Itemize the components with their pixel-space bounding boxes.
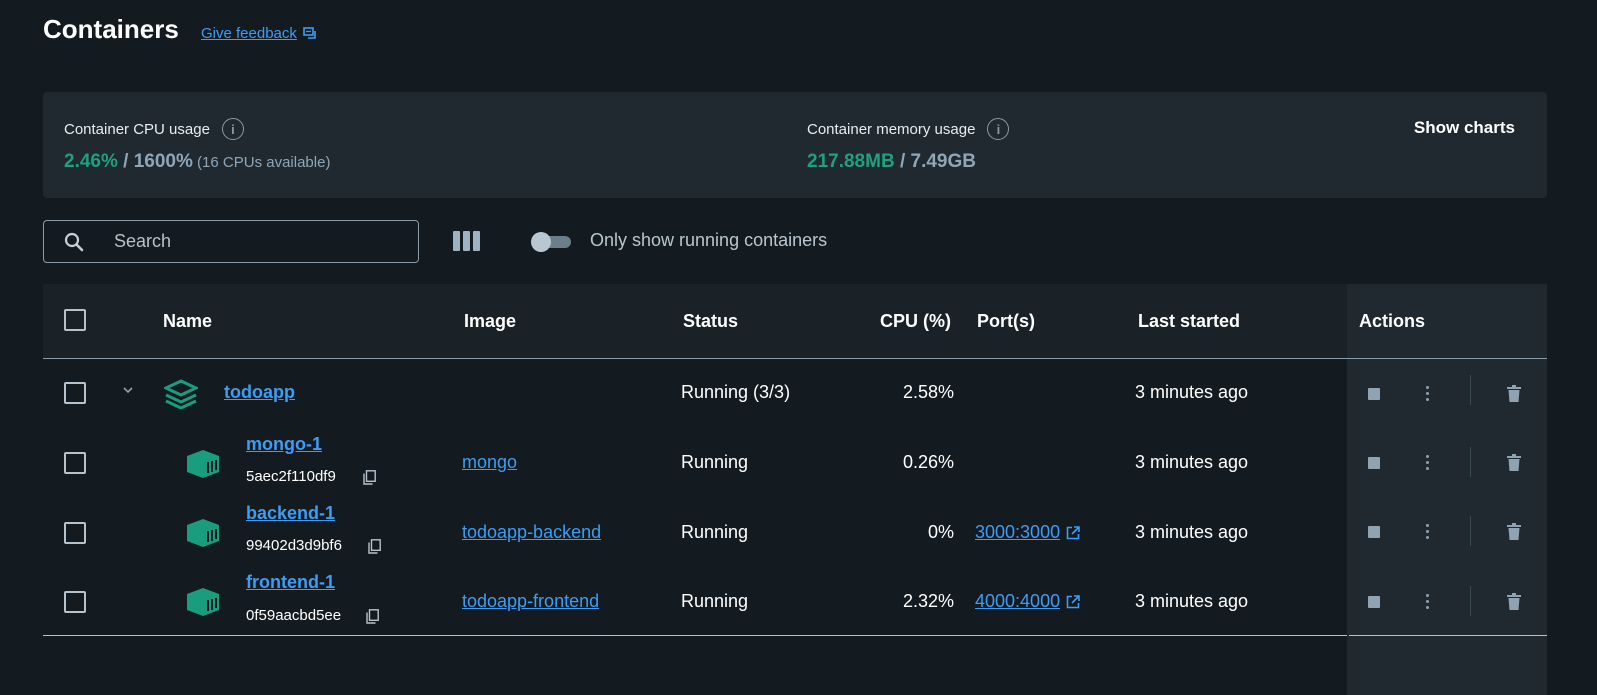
search-box[interactable] xyxy=(43,220,419,263)
give-feedback-link[interactable]: Give feedback xyxy=(201,25,317,42)
container-cpu: 0% xyxy=(927,522,954,542)
container-cpu: 0.26% xyxy=(902,452,954,472)
external-link-icon[interactable] xyxy=(1066,595,1080,609)
group-status: Running (3/3) xyxy=(681,382,791,402)
actions-column-panel xyxy=(1347,284,1547,695)
copy-icon[interactable] xyxy=(363,470,376,485)
action-divider xyxy=(1470,375,1471,405)
cpu-usage-label-group: Container CPU usage i xyxy=(64,118,244,140)
chevron-down-icon[interactable] xyxy=(121,385,135,395)
container-id: 99402d3d9bf6 xyxy=(246,537,342,554)
container-name-link[interactable]: frontend-1 xyxy=(246,572,335,593)
column-header-status[interactable]: Status xyxy=(683,311,738,332)
container-id: 5aec2f110df9 xyxy=(246,468,336,485)
delete-icon[interactable] xyxy=(1507,593,1521,610)
cpu-total-value: 1600% xyxy=(133,151,193,172)
stop-icon[interactable] xyxy=(1368,526,1380,538)
table-header xyxy=(43,284,1547,358)
image-link[interactable]: todoapp-frontend xyxy=(462,591,599,612)
search-icon xyxy=(64,232,84,251)
cpu-available-note: (16 CPUs available) xyxy=(192,154,331,171)
container-icon xyxy=(187,588,219,616)
memory-total-value: 7.49GB xyxy=(910,151,976,172)
more-vert-icon[interactable] xyxy=(1426,524,1429,539)
row-checkbox[interactable] xyxy=(64,382,86,404)
column-header-ports[interactable]: Port(s) xyxy=(977,311,1035,332)
container-id: 0f59aacbd5ee xyxy=(246,607,342,624)
memory-usage-value: 217.88MB / 7.49GB xyxy=(807,151,976,173)
running-only-label: Only show running containers xyxy=(590,230,828,250)
copy-icon[interactable] xyxy=(366,609,379,624)
more-vert-icon[interactable] xyxy=(1426,594,1429,609)
cpu-separator: / xyxy=(117,151,134,172)
image-link[interactable]: todoapp-backend xyxy=(462,522,601,543)
show-charts-button[interactable]: Show charts xyxy=(1414,118,1515,138)
page-title: Containers xyxy=(43,14,179,44)
columns-icon[interactable] xyxy=(453,231,480,251)
image-link[interactable]: mongo xyxy=(462,452,517,473)
container-icon xyxy=(187,450,219,478)
group-last-started: 3 minutes ago xyxy=(1135,382,1249,402)
header-divider xyxy=(43,358,1547,359)
memory-used-value: 217.88MB xyxy=(807,151,895,172)
info-icon[interactable]: i xyxy=(987,118,1010,140)
more-vert-icon[interactable] xyxy=(1426,455,1429,470)
row-checkbox[interactable] xyxy=(64,452,86,474)
column-header-cpu[interactable]: CPU (%) xyxy=(880,311,951,332)
delete-icon[interactable] xyxy=(1507,454,1521,471)
port-link[interactable]: 3000:3000 xyxy=(975,522,1060,542)
memory-usage-label: Container memory usage xyxy=(807,120,976,138)
delete-icon[interactable] xyxy=(1507,385,1521,402)
memory-separator: / xyxy=(894,151,911,172)
external-link-icon[interactable] xyxy=(1066,526,1080,540)
stop-icon[interactable] xyxy=(1368,388,1380,400)
container-last-started: 3 minutes ago xyxy=(1135,452,1249,472)
container-status: Running xyxy=(681,522,749,542)
info-icon[interactable]: i xyxy=(221,118,244,140)
give-feedback-label: Give feedback xyxy=(201,25,297,42)
column-header-actions: Actions xyxy=(1359,311,1426,331)
row-checkbox[interactable] xyxy=(64,522,86,544)
table-bottom-divider xyxy=(1349,635,1547,636)
stop-icon[interactable] xyxy=(1368,457,1380,469)
row-checkbox[interactable] xyxy=(64,591,86,613)
port-link-group[interactable]: 4000:4000 xyxy=(975,591,1080,612)
table-bottom-divider xyxy=(43,635,1347,636)
container-status: Running xyxy=(681,452,749,472)
stack-icon xyxy=(164,379,198,409)
running-only-toggle[interactable] xyxy=(531,232,571,252)
cpu-usage-label: Container CPU usage xyxy=(64,120,210,138)
port-link-group[interactable]: 3000:3000 xyxy=(975,522,1080,543)
copy-icon[interactable] xyxy=(368,539,381,554)
delete-icon[interactable] xyxy=(1507,523,1521,540)
action-divider xyxy=(1470,516,1471,546)
select-all-checkbox[interactable] xyxy=(64,309,86,331)
cpu-usage-value: 2.46% / 1600% (16 CPUs available) xyxy=(64,151,330,173)
port-link[interactable]: 4000:4000 xyxy=(975,591,1060,611)
container-status: Running xyxy=(681,591,749,611)
usage-stats-panel: Container CPU usage i 2.46% / 1600% (16 … xyxy=(43,92,1547,198)
search-input[interactable] xyxy=(114,231,374,252)
group-cpu: 2.58% xyxy=(902,382,954,402)
group-name-link[interactable]: todoapp xyxy=(224,382,295,403)
container-icon xyxy=(187,519,219,547)
column-header-name[interactable]: Name xyxy=(163,311,212,332)
action-divider xyxy=(1470,447,1471,477)
feedback-icon xyxy=(303,27,316,39)
container-last-started: 3 minutes ago xyxy=(1135,591,1249,611)
action-divider xyxy=(1470,586,1471,616)
more-vert-icon[interactable] xyxy=(1426,386,1429,401)
container-name-link[interactable]: backend-1 xyxy=(246,503,335,524)
cpu-used-value: 2.46% xyxy=(64,151,118,172)
column-header-image[interactable]: Image xyxy=(464,311,516,332)
container-last-started: 3 minutes ago xyxy=(1135,522,1249,542)
memory-usage-label-group: Container memory usage i xyxy=(807,118,1010,140)
stop-icon[interactable] xyxy=(1368,596,1380,608)
column-header-last-started[interactable]: Last started xyxy=(1138,311,1240,332)
container-name-link[interactable]: mongo-1 xyxy=(246,434,322,455)
container-cpu: 2.32% xyxy=(902,591,954,611)
